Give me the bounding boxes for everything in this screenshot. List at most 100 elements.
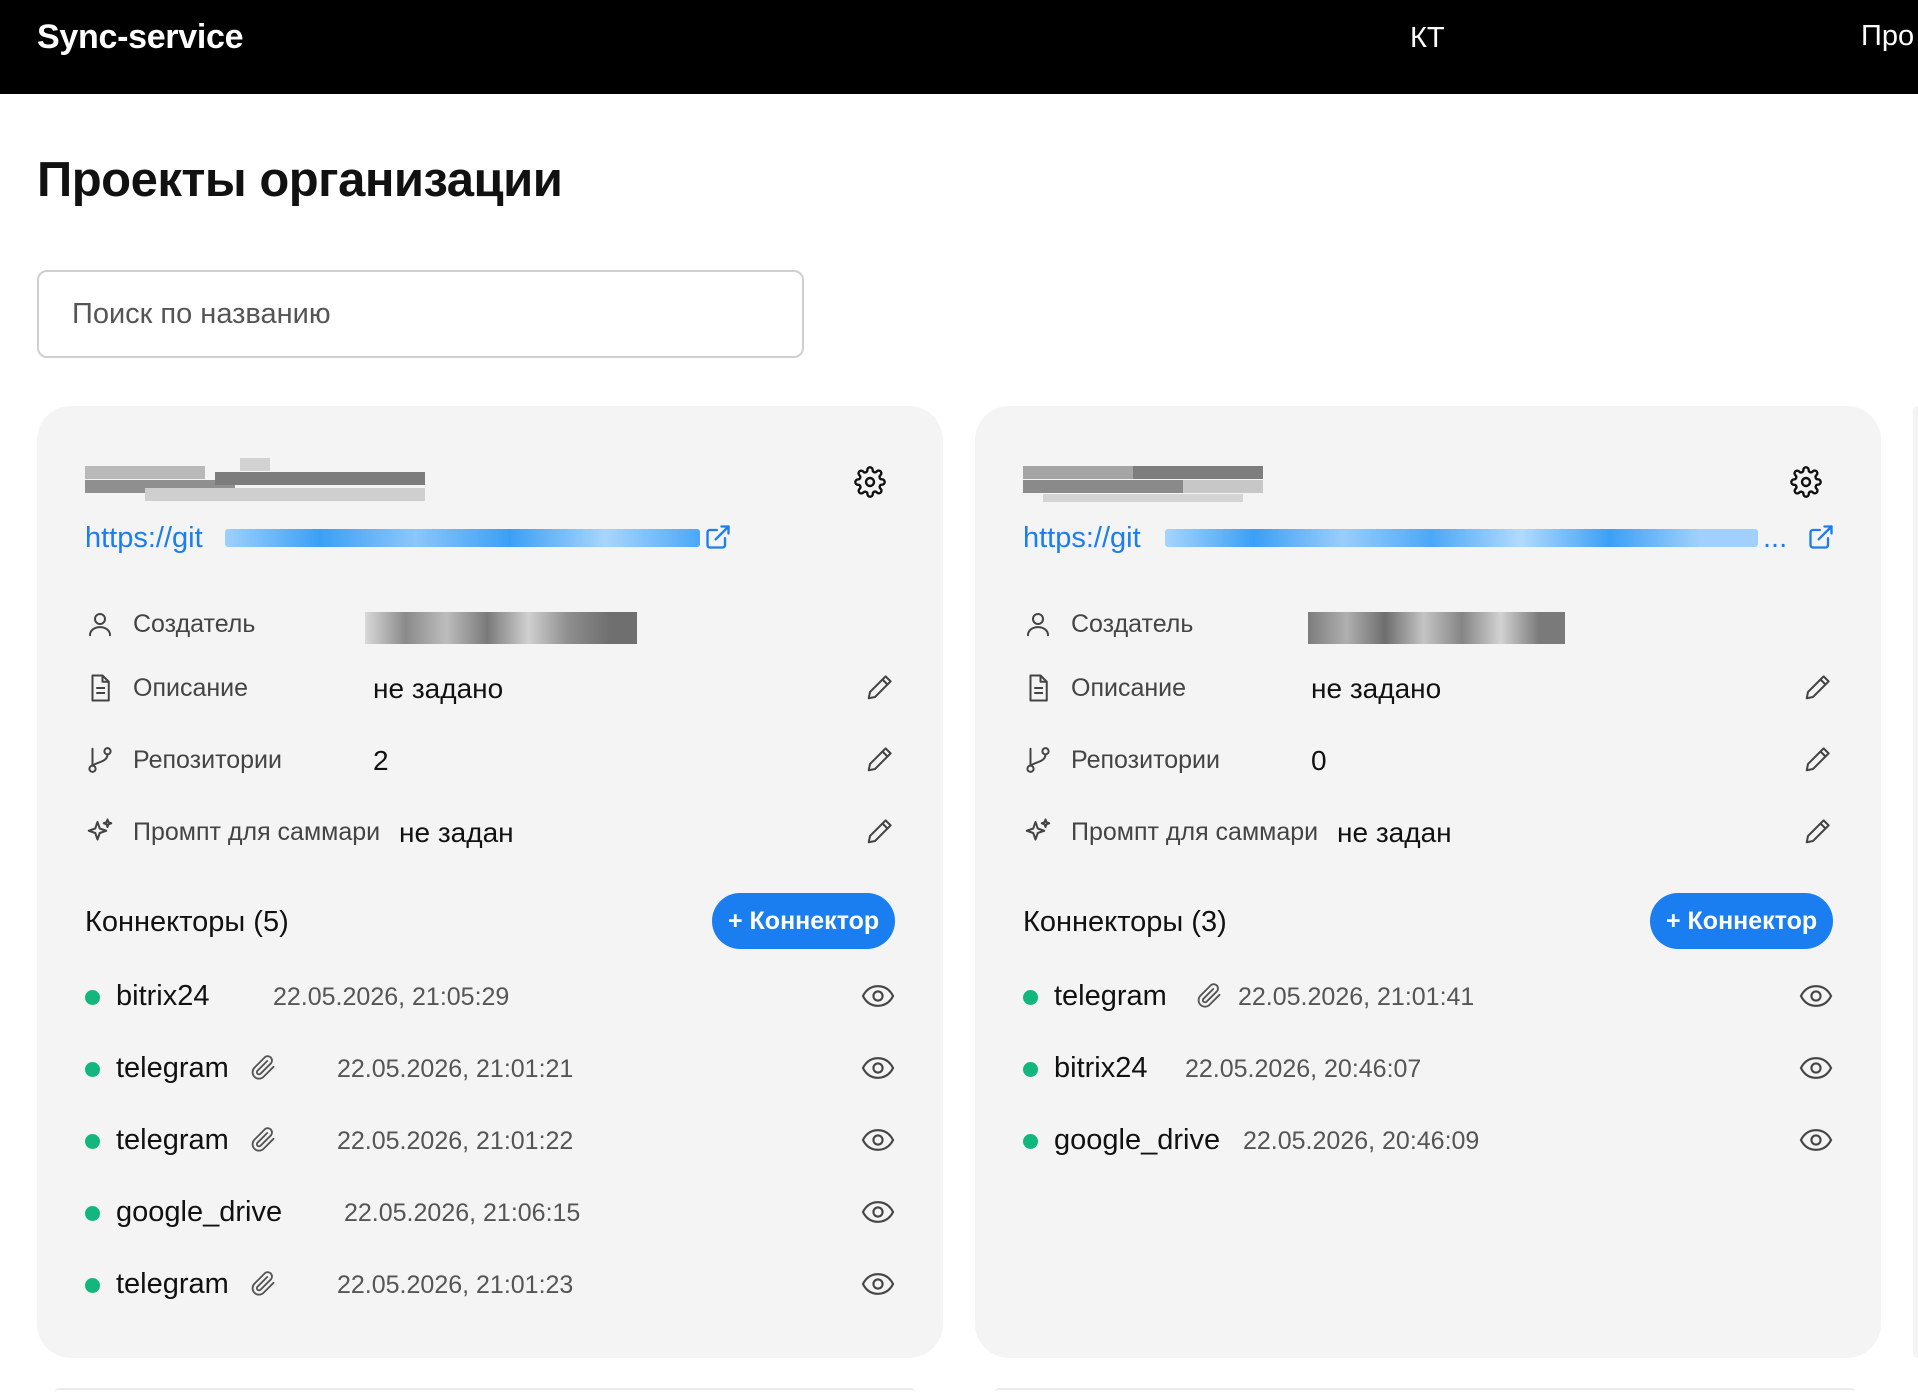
repo-link-redacted	[225, 529, 700, 547]
project-card: https://git Создатель Описание не задано…	[37, 406, 943, 1358]
connector-name: google_drive	[116, 1196, 283, 1228]
external-link-icon[interactable]	[1807, 523, 1835, 551]
connector-item[interactable]: google_drive 22.05.2026, 21:06:15	[85, 1194, 905, 1234]
next-row-card-edge	[995, 1388, 1855, 1392]
status-dot	[85, 1062, 100, 1077]
next-project-card-edge	[1913, 406, 1918, 1358]
connectors-title: Коннекторы (3)	[1023, 906, 1227, 938]
description-row: Описание не задано	[1023, 670, 1853, 710]
connector-name: bitrix24	[116, 980, 210, 1012]
sparkle-icon	[87, 818, 113, 841]
status-dot	[85, 1278, 100, 1293]
repositories-value: 0	[1311, 745, 1327, 776]
connector-timestamp: 22.05.2026, 20:46:07	[1185, 1055, 1422, 1083]
repositories-row: Репозитории 0	[1023, 742, 1853, 782]
paperclip-icon	[1197, 983, 1221, 1008]
pencil-icon[interactable]	[865, 672, 895, 702]
document-icon	[91, 674, 110, 702]
creator-redacted	[365, 612, 637, 644]
add-connector-button[interactable]: + Коннектор	[1650, 893, 1834, 949]
eye-icon[interactable]	[861, 1197, 895, 1227]
repo-link[interactable]: https://git	[85, 522, 203, 555]
connector-timestamp: 22.05.2026, 21:01:41	[1238, 983, 1475, 1011]
branch-icon	[1026, 747, 1050, 773]
connector-item[interactable]: google_drive 22.05.2026, 20:46:09	[1023, 1122, 1843, 1162]
description-value: не задано	[1311, 673, 1442, 704]
connector-name: telegram	[116, 1052, 229, 1084]
repo-link-ellipsis: ...	[1763, 522, 1788, 554]
connector-timestamp: 22.05.2026, 20:46:09	[1243, 1127, 1480, 1155]
prompt-label: Промпт для саммари	[1071, 818, 1319, 846]
connector-timestamp: 22.05.2026, 21:05:29	[273, 983, 510, 1011]
prompt-value: не задан	[399, 817, 514, 848]
description-value: не задано	[373, 673, 504, 704]
eye-icon[interactable]	[861, 981, 895, 1011]
document-icon	[1029, 674, 1048, 702]
status-dot	[85, 1134, 100, 1149]
connector-name: telegram	[116, 1124, 229, 1156]
connector-name: telegram	[1054, 980, 1167, 1012]
eye-icon[interactable]	[1799, 1053, 1833, 1083]
connector-item[interactable]: telegram 22.05.2026, 21:01:21	[85, 1050, 905, 1090]
prompt-value: не задан	[1337, 817, 1452, 848]
sparkle-icon	[1025, 818, 1051, 841]
search-input[interactable]	[39, 272, 802, 356]
repositories-label: Репозитории	[133, 746, 282, 774]
status-dot	[1023, 1134, 1038, 1149]
status-dot	[1023, 990, 1038, 1005]
connector-item[interactable]: bitrix24 22.05.2026, 21:05:29	[85, 978, 905, 1018]
pencil-icon[interactable]	[865, 816, 895, 846]
branch-icon	[88, 747, 112, 773]
connector-timestamp: 22.05.2026, 21:01:23	[337, 1271, 574, 1299]
user-icon	[1027, 613, 1049, 637]
brand-logo[interactable]: Sync-service	[37, 18, 244, 57]
description-label: Описание	[133, 674, 249, 702]
repositories-label: Репозитории	[1071, 746, 1220, 774]
eye-icon[interactable]	[1799, 981, 1833, 1011]
description-label: Описание	[1071, 674, 1187, 702]
top-nav-bar: Sync-service КТ Про	[0, 0, 1918, 94]
connector-name: telegram	[116, 1268, 229, 1300]
repo-link-redacted	[1165, 529, 1758, 547]
prompt-label: Промпт для саммари	[133, 818, 381, 846]
project-card: https://git ... Создатель Описание не за…	[975, 406, 1881, 1358]
eye-icon[interactable]	[861, 1269, 895, 1299]
next-row-card-edge	[55, 1388, 915, 1392]
creator-redacted	[1308, 612, 1565, 644]
connector-name: google_drive	[1054, 1124, 1221, 1156]
connector-timestamp: 22.05.2026, 21:01:21	[337, 1055, 574, 1083]
status-dot	[85, 990, 100, 1005]
creator-row: Создатель	[1023, 606, 1853, 646]
paperclip-icon	[251, 1127, 275, 1152]
user-icon	[89, 613, 111, 637]
creator-label: Создатель	[1071, 610, 1194, 638]
eye-icon[interactable]	[1799, 1125, 1833, 1155]
connector-timestamp: 22.05.2026, 21:06:15	[344, 1199, 581, 1227]
eye-icon[interactable]	[861, 1053, 895, 1083]
gear-icon[interactable]	[1790, 466, 1822, 498]
status-dot	[85, 1206, 100, 1221]
paperclip-icon	[251, 1055, 275, 1080]
add-connector-button[interactable]: + Коннектор	[712, 893, 896, 949]
nav-profile[interactable]: Про	[1861, 20, 1914, 53]
pencil-icon[interactable]	[1803, 744, 1833, 774]
creator-label: Создатель	[133, 610, 256, 638]
repo-link[interactable]: https://git	[1023, 522, 1141, 555]
gear-icon[interactable]	[854, 466, 886, 498]
connector-timestamp: 22.05.2026, 21:01:22	[337, 1127, 574, 1155]
connector-item[interactable]: telegram 22.05.2026, 21:01:23	[85, 1266, 905, 1306]
eye-icon[interactable]	[861, 1125, 895, 1155]
external-link-icon[interactable]	[704, 523, 732, 551]
creator-row: Создатель	[85, 606, 915, 646]
pencil-icon[interactable]	[1803, 672, 1833, 702]
pencil-icon[interactable]	[1803, 816, 1833, 846]
connector-item[interactable]: bitrix24 22.05.2026, 20:46:07	[1023, 1050, 1843, 1090]
nav-org-kt[interactable]: КТ	[1410, 22, 1445, 55]
pencil-icon[interactable]	[865, 744, 895, 774]
connector-item[interactable]: telegram 22.05.2026, 21:01:22	[85, 1122, 905, 1162]
connector-item[interactable]: telegram 22.05.2026, 21:01:41	[1023, 978, 1843, 1018]
prompt-row: Промпт для саммари не задан	[1023, 814, 1853, 854]
repositories-value: 2	[373, 745, 389, 776]
connector-name: bitrix24	[1054, 1052, 1148, 1084]
repositories-row: Репозитории 2	[85, 742, 915, 782]
